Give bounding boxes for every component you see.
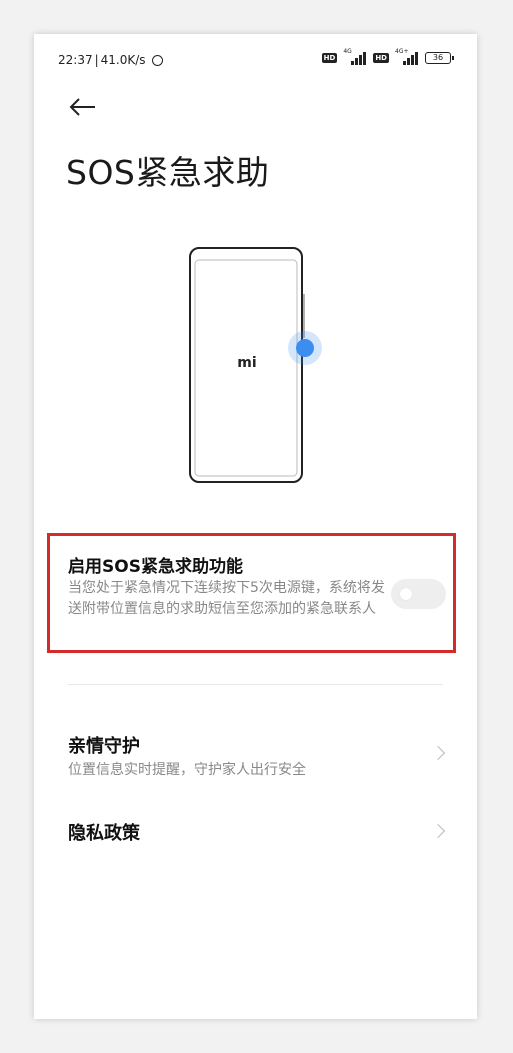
privacy-policy-title: 隐私政策 [68,823,140,844]
sos-setting-description: 当您处于紧急情况下连续按下5次电源键，系统将发送附带位置信息的求助短信至您添加的… [68,580,385,617]
phone-illustration: mi [186,246,326,486]
status-separator: | [94,53,99,67]
status-right: HD 4G HD 4G+ 36 [321,48,454,65]
chevron-right-icon [430,823,446,839]
page-title: SOS紧急求助 [66,153,270,192]
phone-screen: 22:37 | 41.0K/s HD 4G HD 4G+ 36 SOS紧急求助 [34,34,477,1019]
sim2-network-type: 4G+ [395,48,409,55]
hd-badge-sim1: HD [321,53,338,63]
signal-sim1-icon: 4G [343,48,367,65]
sos-setting-title: 启用SOS紧急求助功能 [68,557,243,577]
mi-logo: mi [237,355,256,371]
alarm-icon [151,54,163,66]
hd-badge-sim2: HD [373,53,389,63]
status-net-speed: 41.0K/s [100,53,146,67]
family-guard-row[interactable]: 亲情守护 位置信息实时提醒，守护家人出行安全 [34,724,477,784]
privacy-policy-row[interactable]: 隐私政策 [34,814,477,848]
chevron-right-icon [430,745,446,761]
status-bar: 22:37 | 41.0K/s HD 4G HD 4G+ 36 [34,34,477,84]
family-guard-title: 亲情守护 [68,736,140,757]
status-time: 22:37 [58,53,93,67]
signal-sim2-icon: 4G+ [395,48,419,65]
divider [68,684,443,685]
sos-setting-card: 启用SOS紧急求助功能 当您处于紧急情况下连续按下5次电源键，系统将发送附带位置… [47,533,456,653]
back-button[interactable] [68,96,98,118]
battery-icon: 36 [425,52,454,64]
sim1-network-type: 4G [343,48,352,55]
back-arrow-icon [69,98,95,116]
family-guard-subtitle: 位置信息实时提醒，守护家人出行安全 [68,762,306,778]
status-left: 22:37 | 41.0K/s [58,53,163,67]
toggle-knob [400,588,412,600]
sos-toggle[interactable] [391,579,446,609]
